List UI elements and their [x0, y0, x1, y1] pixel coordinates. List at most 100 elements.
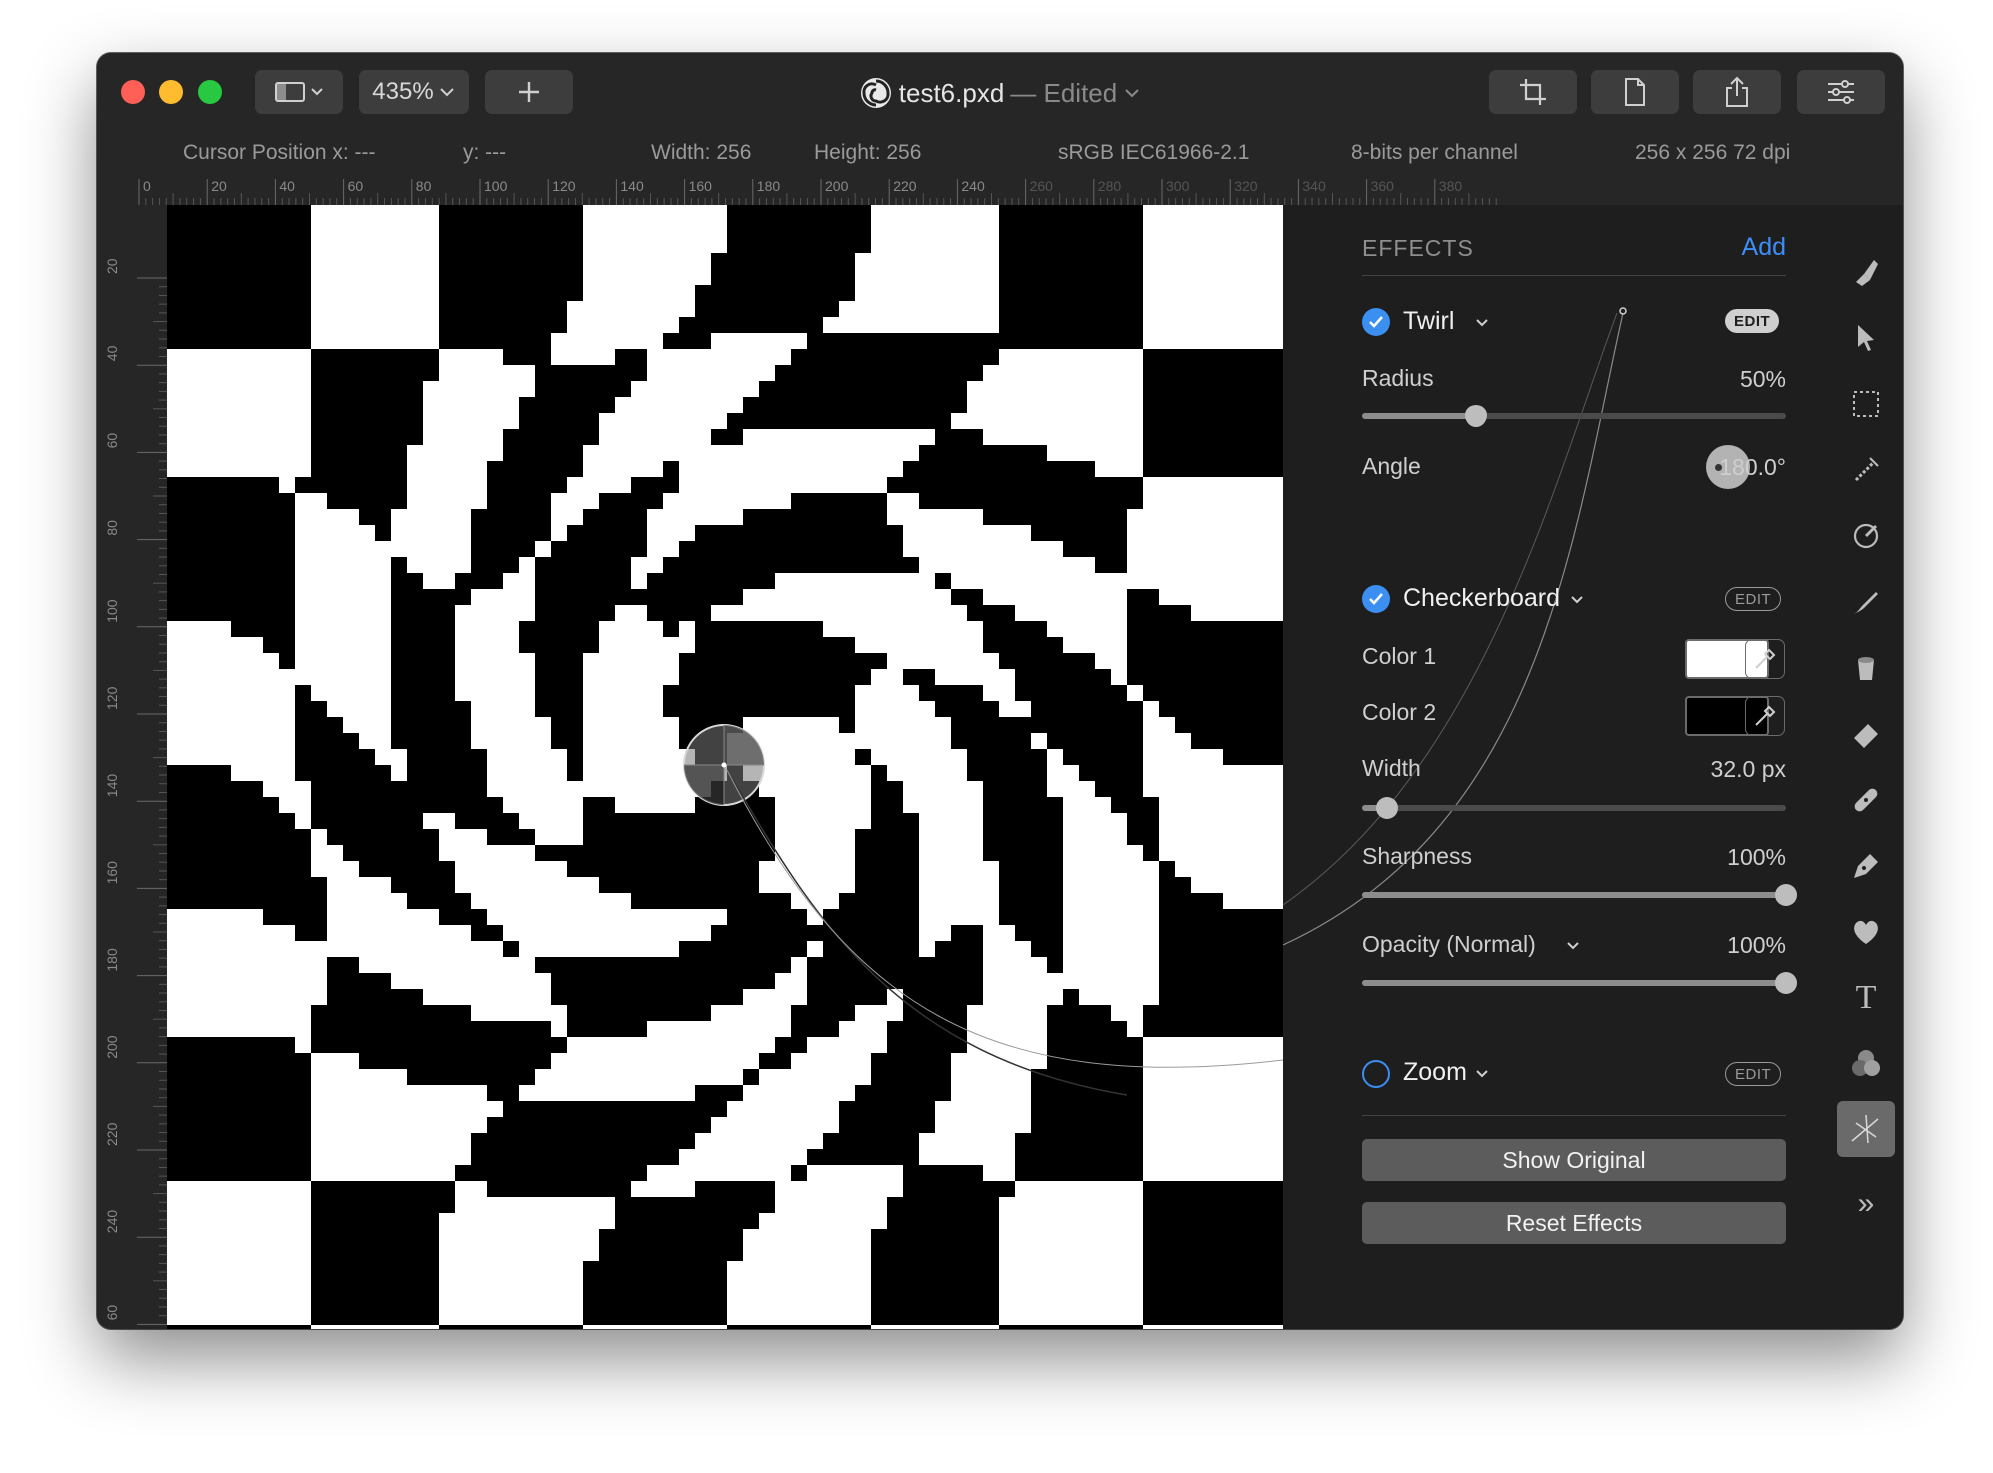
- ruler-label: 360: [1371, 178, 1395, 194]
- shapes-tool[interactable]: [1843, 909, 1889, 955]
- crop-icon: [1520, 79, 1546, 105]
- opacity-slider[interactable]: [1362, 972, 1797, 994]
- reset-effects-button[interactable]: Reset Effects: [1362, 1202, 1786, 1244]
- pen-tool[interactable]: [1843, 843, 1889, 889]
- dashed-rectangle-icon: [1853, 391, 1879, 417]
- horizontal-ruler[interactable]: 0 20 40 60 80 100 120 140 160 180 200 220 240 260 280 3…: [97, 175, 1903, 205]
- selection-tool[interactable]: [1843, 381, 1889, 427]
- ruler-label: 80: [416, 178, 432, 194]
- cursor-y-readout: y: ---: [463, 141, 507, 164]
- effects-sparkle-icon: [1851, 1114, 1879, 1144]
- width-slider-knob[interactable]: [1376, 797, 1399, 819]
- twirl-edit-button[interactable]: EDIT: [1725, 309, 1780, 333]
- radius-slider-knob[interactable]: [1465, 405, 1488, 427]
- ruler-label: 100: [104, 599, 120, 623]
- sharpness-slider-knob[interactable]: [1775, 884, 1797, 906]
- color1-eyedropper-button[interactable]: [1745, 639, 1785, 679]
- effects-panel: EFFECTS Add Twirl EDIT Radius 50% Angle …: [1283, 205, 1829, 1329]
- crop-button[interactable]: [1489, 70, 1577, 114]
- chevron-down-icon[interactable]: [1566, 940, 1580, 952]
- magic-brush-icon: [1854, 457, 1879, 482]
- pen-nib-icon: [1854, 854, 1878, 878]
- radius-slider[interactable]: [1362, 405, 1786, 427]
- checkerboard-enabled-checkbox[interactable]: [1362, 585, 1390, 613]
- zoom-effect-name[interactable]: Zoom: [1403, 1058, 1467, 1087]
- bandage-icon: [1854, 788, 1878, 812]
- retouch-tool[interactable]: [1843, 777, 1889, 823]
- twirl-effect-name[interactable]: Twirl: [1403, 307, 1454, 336]
- zoom-edit-button[interactable]: EDIT: [1725, 1062, 1782, 1086]
- ruler-label: 320: [1234, 178, 1258, 194]
- chevron-down-icon[interactable]: [1475, 1068, 1489, 1080]
- more-tools-button[interactable]: »: [1843, 1181, 1889, 1227]
- twirl-center-handle[interactable]: [167, 205, 1283, 1329]
- ruler-label: 80: [104, 520, 120, 536]
- ruler-label: 60: [348, 178, 364, 194]
- ruler-label: 180: [757, 178, 781, 194]
- ruler-label: 240: [961, 178, 985, 194]
- format-button[interactable]: [1591, 70, 1679, 114]
- checkmark-icon: [1369, 593, 1383, 605]
- image-height-readout: Height: 256: [814, 141, 922, 164]
- erase-tool[interactable]: [1843, 711, 1889, 757]
- image-info-bar: Cursor Position x: --- y: --- Width: 256…: [97, 133, 1903, 175]
- checkerboard-edit-button[interactable]: EDIT: [1725, 587, 1782, 611]
- ruler-label: 20: [211, 178, 227, 194]
- type-tool[interactable]: T: [1843, 975, 1889, 1021]
- adjustments-button[interactable]: [1797, 70, 1885, 114]
- vertical-ruler[interactable]: 20 40 60 80 100 120 140 160 180 200 220 240 60: [97, 205, 167, 1329]
- show-original-button[interactable]: Show Original: [1362, 1139, 1786, 1181]
- image-canvas[interactable]: [167, 205, 1283, 1329]
- width-value: 32.0 px: [1710, 756, 1786, 782]
- eraser-icon: [1854, 724, 1878, 748]
- ruler-label: 40: [279, 178, 295, 194]
- color2-label: Color 2: [1362, 699, 1437, 725]
- overlapping-circles-icon: [1852, 1050, 1880, 1076]
- ruler-label: 200: [104, 1035, 120, 1059]
- ruler-label: 160: [689, 178, 713, 194]
- ruler-label: 40: [104, 345, 120, 361]
- color2-eyedropper-button[interactable]: [1745, 696, 1785, 736]
- opacity-value: 100%: [1727, 932, 1786, 958]
- color-profile-readout: sRGB IEC61966-2.1: [1058, 141, 1250, 164]
- sharpness-slider[interactable]: [1362, 884, 1797, 906]
- style-tool[interactable]: [1843, 249, 1889, 295]
- ruler-label: 100: [484, 178, 508, 194]
- title-bar: 435% test6.pxd — Edited: [97, 53, 1903, 133]
- twirl-enabled-checkbox[interactable]: [1362, 308, 1390, 336]
- color-wheel-pen-icon: [1853, 523, 1879, 549]
- ruler-label: 60: [104, 1305, 120, 1321]
- effects-tool[interactable]: [1837, 1101, 1895, 1157]
- sharpness-value: 100%: [1727, 844, 1786, 870]
- ruler-label: 140: [620, 178, 644, 194]
- opacity-label[interactable]: Opacity (Normal): [1362, 931, 1536, 958]
- opacity-slider-knob[interactable]: [1775, 972, 1797, 994]
- brush-icon: [1854, 592, 1878, 614]
- arrange-tool[interactable]: [1843, 315, 1889, 361]
- width-label: Width: [1362, 755, 1421, 781]
- chevron-down-icon[interactable]: [1570, 594, 1584, 606]
- share-button[interactable]: [1693, 70, 1781, 114]
- ruler-label: 120: [104, 686, 120, 710]
- radius-label: Radius: [1362, 365, 1434, 391]
- chevron-down-icon[interactable]: [1475, 317, 1489, 329]
- effects-header-divider: [1362, 275, 1786, 276]
- angle-label: Angle: [1362, 453, 1421, 479]
- color-adjust-tool[interactable]: [1843, 513, 1889, 559]
- ruler-label: 340: [1302, 178, 1326, 194]
- add-effect-button[interactable]: Add: [1742, 233, 1786, 262]
- resolution-readout: 256 x 256 72 dpi: [1635, 141, 1791, 164]
- checkerboard-effect-name[interactable]: Checkerboard: [1403, 584, 1560, 613]
- effects-header: EFFECTS: [1362, 235, 1474, 261]
- pixelmator-document-icon: [860, 78, 891, 108]
- ruler-label: 20: [104, 258, 120, 274]
- chevron-down-icon: [1125, 89, 1139, 98]
- color-tool[interactable]: [1843, 1041, 1889, 1087]
- ruler-label: 140: [104, 774, 120, 798]
- fill-tool[interactable]: [1843, 645, 1889, 691]
- paint-tool[interactable]: [1843, 579, 1889, 625]
- paint-brush-icon: [1856, 260, 1878, 286]
- quick-selection-tool[interactable]: [1843, 447, 1889, 493]
- zoom-enabled-checkbox[interactable]: [1362, 1060, 1390, 1088]
- width-slider[interactable]: [1362, 797, 1786, 819]
